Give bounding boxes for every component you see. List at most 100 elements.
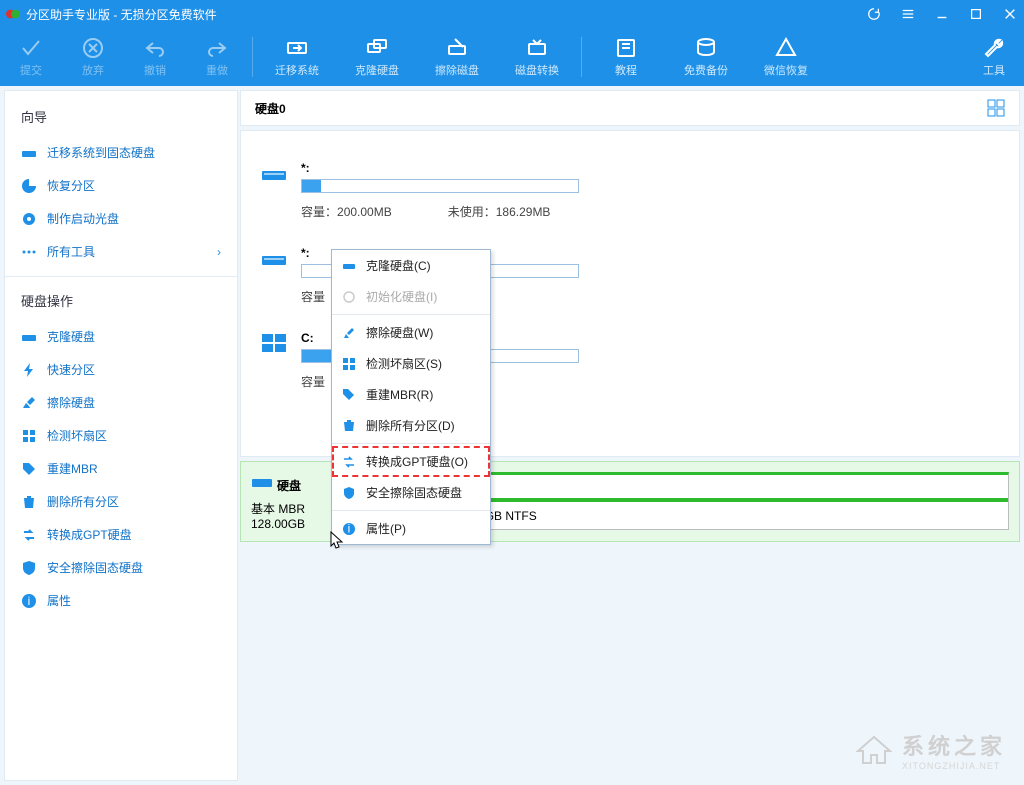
broom-icon [21,395,37,411]
sidebar-item-label: 擦除硬盘 [47,394,95,411]
disk-map-size: 128.00GB [251,517,343,531]
sidebar-item-label: 删除所有分区 [47,493,119,510]
pie-icon [21,178,37,194]
sidebar-item-rebuildmbr[interactable]: 重建MBR [5,452,237,485]
commit-button[interactable]: 提交 [0,28,62,86]
ctx-init: 初始化硬盘(I) [332,281,490,312]
chevron-right-icon: › [217,245,221,259]
view-toggle-icon[interactable] [987,99,1005,117]
diskops-header: 硬盘操作 [5,285,237,320]
sidebar-item-wipe[interactable]: 擦除硬盘 [5,386,237,419]
disk-map-type: 基本 MBR [251,500,343,517]
ctx-rebuildmbr[interactable]: 重建MBR(R) [332,379,490,410]
tools-button[interactable]: 工具 [964,28,1024,86]
sidebar-item-clone[interactable]: 克隆硬盘 [5,320,237,353]
info-icon: i [342,522,356,536]
close-icon[interactable] [1002,6,1018,22]
drive-icon [261,248,287,268]
sidebar: 向导 迁移系统到固态硬盘 恢复分区 制作启动光盘 所有工具 › 硬盘操作 克隆硬盘… [4,90,238,781]
maximize-icon[interactable] [968,6,984,22]
drive-icon [251,472,273,490]
clone-disk-button[interactable]: 克隆硬盘 [337,28,417,86]
dots-icon [21,244,37,260]
app-logo-icon [6,7,20,21]
disk-map-title: 硬盘 [277,479,301,493]
sidebar-item-deleteall[interactable]: 删除所有分区 [5,485,237,518]
info-icon: i [21,593,37,609]
drive-icon [261,163,287,183]
redo-button[interactable]: 重做 [186,28,248,86]
ctx-badsector[interactable]: 检测坏扇区(S) [332,348,490,379]
sidebar-item-label: 检测坏扇区 [47,427,107,444]
ctx-clone[interactable]: 克隆硬盘(C) [332,250,490,281]
convert-icon [342,455,356,469]
svg-text:i: i [348,522,351,536]
sidebar-item-bootdisk[interactable]: 制作启动光盘 [5,202,237,235]
target-icon [342,290,356,304]
tag-icon [21,461,37,477]
disc-icon [21,211,37,227]
shield-icon [342,486,356,500]
convert-icon [21,527,37,543]
ctx-convert-gpt[interactable]: 转换成GPT硬盘(O) [332,446,490,477]
drive-icon [342,259,356,273]
sidebar-item-label: 迁移系统到固态硬盘 [47,144,155,161]
windows-icon [261,333,287,353]
ctx-securewipe[interactable]: 安全擦除固态硬盘 [332,477,490,508]
sidebar-item-label: 克隆硬盘 [47,328,95,345]
tag-icon [342,388,356,402]
sidebar-item-alltools[interactable]: 所有工具 › [5,235,237,268]
disk-header-label: 硬盘0 [255,100,286,117]
sidebar-item-properties[interactable]: i 属性 [5,584,237,617]
minimize-icon[interactable] [934,6,950,22]
wipe-disk-button[interactable]: 擦除磁盘 [417,28,497,86]
refresh-icon[interactable] [866,6,882,22]
discard-button[interactable]: 放弃 [62,28,124,86]
disk-header: 硬盘0 [240,90,1020,126]
sidebar-item-label: 快速分区 [47,361,95,378]
shield-icon [21,560,37,576]
ctx-properties[interactable]: i属性(P) [332,513,490,544]
sidebar-item-migrate-ssd[interactable]: 迁移系统到固态硬盘 [5,136,237,169]
svg-text:i: i [28,594,31,608]
trash-icon [342,419,356,433]
backup-button[interactable]: 免费备份 [666,28,746,86]
watermark: 系统之家 XITONGZHIJIA.NET [856,729,1006,771]
sidebar-item-label: 属性 [47,592,71,609]
partition-card[interactable]: *: 容量：200.00MB 未使用：186.29MB [261,151,999,236]
usage-bar [301,179,579,193]
bolt-icon [21,362,37,378]
sidebar-item-label: 重建MBR [47,460,98,477]
wechat-recover-button[interactable]: 微信恢复 [746,28,826,86]
sidebar-item-securewipe[interactable]: 安全擦除固态硬盘 [5,551,237,584]
undo-button[interactable]: 撤销 [124,28,186,86]
broom-icon [342,326,356,340]
sidebar-item-badsector[interactable]: 检测坏扇区 [5,419,237,452]
sidebar-item-label: 恢复分区 [47,177,95,194]
ctx-wipe[interactable]: 擦除硬盘(W) [332,317,490,348]
migrate-button[interactable]: 迁移系统 [257,28,337,86]
sidebar-item-label: 所有工具 [47,243,95,260]
toolbar: 提交 放弃 撤销 重做 迁移系统 克隆硬盘 擦除磁盘 磁盘转换 教程 免费备份 … [0,28,1024,86]
titlebar: 分区助手专业版 - 无损分区免费软件 [0,0,1024,28]
sidebar-item-recover[interactable]: 恢复分区 [5,169,237,202]
tutorial-button[interactable]: 教程 [586,28,666,86]
sidebar-item-label: 制作启动光盘 [47,210,119,227]
drive-icon [21,145,37,161]
menu-icon[interactable] [900,6,916,22]
sidebar-item-label: 安全擦除固态硬盘 [47,559,143,576]
grid-icon [21,428,37,444]
disk-convert-button[interactable]: 磁盘转换 [497,28,577,86]
partition-letter: *: [301,161,591,175]
house-icon [856,735,892,765]
sidebar-item-togpt[interactable]: 转换成GPT硬盘 [5,518,237,551]
window-title: 分区助手专业版 - 无损分区免费软件 [26,6,217,23]
sidebar-item-label: 转换成GPT硬盘 [47,526,132,543]
trash-icon [21,494,37,510]
wizard-header: 向导 [5,101,237,136]
ctx-deleteall[interactable]: 删除所有分区(D) [332,410,490,441]
drive-icon [21,329,37,345]
context-menu: 克隆硬盘(C) 初始化硬盘(I) 擦除硬盘(W) 检测坏扇区(S) 重建MBR(… [331,249,491,545]
grid-icon [342,357,356,371]
sidebar-item-quick[interactable]: 快速分区 [5,353,237,386]
